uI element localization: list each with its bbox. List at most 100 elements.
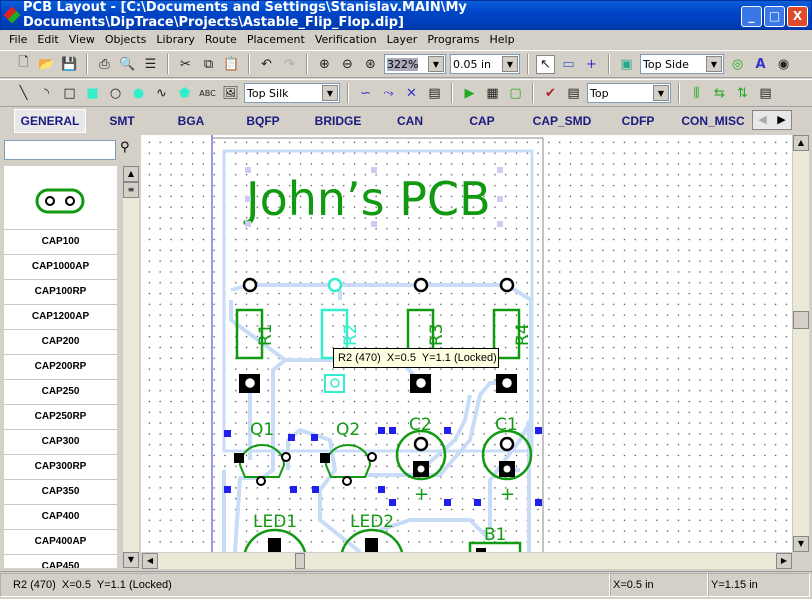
- tab-cap[interactable]: CAP: [446, 110, 518, 132]
- report-icon[interactable]: ☰: [141, 55, 160, 74]
- font-icon[interactable]: A: [751, 55, 770, 74]
- properties-icon[interactable]: ▤: [756, 84, 775, 103]
- swap-icon[interactable]: ⇆: [710, 84, 729, 103]
- drc-setup-icon[interactable]: ▤: [564, 84, 583, 103]
- unroute-icon[interactable]: ✕: [402, 84, 421, 103]
- paste-icon[interactable]: 📋: [222, 55, 241, 74]
- tab-con-misc[interactable]: CON_MISC: [670, 110, 756, 132]
- scroll-right-icon[interactable]: ▶: [776, 553, 792, 569]
- maximize-button[interactable]: □: [764, 6, 785, 27]
- redo-icon[interactable]: ↷: [280, 55, 299, 74]
- origin-icon[interactable]: +: [582, 55, 601, 74]
- save-icon[interactable]: 💾: [60, 55, 79, 74]
- arrange-icon[interactable]: ⇅: [733, 84, 752, 103]
- open-folder-icon[interactable]: 📂: [37, 55, 56, 74]
- tab-bqfp[interactable]: BQFP: [224, 110, 302, 132]
- library-item[interactable]: CAP250RP: [4, 405, 117, 430]
- copper-pour-icon[interactable]: ▢: [506, 84, 525, 103]
- library-item[interactable]: CAP1000AP: [4, 255, 117, 280]
- library-item[interactable]: CAP350: [4, 480, 117, 505]
- tab-bridge[interactable]: BRIDGE: [302, 110, 374, 132]
- align-icon[interactable]: ⫼: [687, 84, 706, 103]
- line-icon[interactable]: ╲: [14, 84, 33, 103]
- menu-placement[interactable]: Placement: [242, 33, 310, 46]
- library-item[interactable]: CAP1200AP: [4, 305, 117, 330]
- scroll-down-icon[interactable]: ▼: [123, 552, 139, 568]
- route-edit-icon[interactable]: ⤳: [379, 84, 398, 103]
- library-item[interactable]: CAP300: [4, 430, 117, 455]
- tab-scroll-left-icon[interactable]: ◀: [758, 111, 766, 129]
- tab-cap-smd[interactable]: CAP_SMD: [518, 110, 606, 132]
- polygon-icon[interactable]: ⬟: [175, 84, 194, 103]
- library-search-input[interactable]: [4, 140, 116, 160]
- undo-icon[interactable]: ↶: [257, 55, 276, 74]
- route-setup-icon[interactable]: ▦: [483, 84, 502, 103]
- library-item[interactable]: CAP400: [4, 505, 117, 530]
- zoom-select[interactable]: 322% ▼: [384, 54, 446, 74]
- menu-programs[interactable]: Programs: [422, 33, 484, 46]
- scroll-down-icon[interactable]: ▼: [793, 536, 809, 552]
- library-item[interactable]: CAP200RP: [4, 355, 117, 380]
- print-icon[interactable]: ⎙: [95, 55, 114, 74]
- scroll-up-icon[interactable]: ▲: [123, 166, 139, 182]
- menu-route[interactable]: Route: [200, 33, 242, 46]
- filled-rectangle-icon[interactable]: ■: [83, 84, 102, 103]
- minimize-button[interactable]: _: [741, 6, 762, 27]
- library-item[interactable]: CAP400AP: [4, 530, 117, 555]
- layer-select[interactable]: Top Silk ▼: [244, 83, 340, 103]
- library-item[interactable]: CAP100: [4, 230, 117, 255]
- tab-scroll-right-icon[interactable]: ▶: [777, 111, 785, 129]
- menu-edit[interactable]: Edit: [32, 33, 63, 46]
- image-icon[interactable]: 🖼: [221, 84, 240, 103]
- library-item[interactable]: CAP200: [4, 330, 117, 355]
- drc-icon[interactable]: ✔: [541, 84, 560, 103]
- menu-layer[interactable]: Layer: [382, 33, 423, 46]
- arc-icon[interactable]: ◝: [37, 84, 56, 103]
- print-preview-icon[interactable]: 🔍: [118, 55, 137, 74]
- circle-icon[interactable]: ○: [106, 84, 125, 103]
- pad-icon[interactable]: ◎: [728, 55, 747, 74]
- menu-help[interactable]: Help: [484, 33, 519, 46]
- rectangle-icon[interactable]: □: [60, 84, 79, 103]
- library-item[interactable]: CAP100RP: [4, 280, 117, 305]
- menu-objects[interactable]: Objects: [100, 33, 152, 46]
- library-scrollbar[interactable]: ▲ ≡ ▼: [122, 166, 139, 568]
- library-item[interactable]: CAP300RP: [4, 455, 117, 480]
- filled-circle-icon[interactable]: ●: [129, 84, 148, 103]
- pcb-canvas[interactable]: John’s PCB R1 R2 R3 R4 Q1 Q2 C2 + C1 + LED1 LED2 B1 R…: [141, 135, 792, 552]
- tab-bga[interactable]: BGA: [158, 110, 224, 132]
- component-icon[interactable]: ▣: [617, 55, 636, 74]
- scroll-thumb[interactable]: ≡: [123, 182, 139, 198]
- zoom-out-icon[interactable]: ⊖: [338, 55, 357, 74]
- library-item[interactable]: CAP450: [4, 555, 117, 568]
- close-button[interactable]: X: [787, 6, 808, 27]
- scroll-left-icon[interactable]: ◀: [142, 553, 158, 569]
- library-item[interactable]: CAP250: [4, 380, 117, 405]
- route-manual-icon[interactable]: ∽: [356, 84, 375, 103]
- measure-icon[interactable]: ▭: [559, 55, 578, 74]
- autoroute-icon[interactable]: ▶: [460, 84, 479, 103]
- copy-icon[interactable]: ⧉: [199, 55, 218, 74]
- side-select[interactable]: Top Side ▼: [640, 54, 724, 74]
- net-list-icon[interactable]: ▤: [425, 84, 444, 103]
- menu-verification[interactable]: Verification: [310, 33, 382, 46]
- scroll-thumb[interactable]: [793, 311, 809, 329]
- tab-can[interactable]: CAN: [374, 110, 446, 132]
- canvas-horizontal-scrollbar[interactable]: ◀ ▶: [141, 552, 792, 569]
- grid-select[interactable]: 0.05 in ▼: [450, 54, 520, 74]
- menu-view[interactable]: View: [64, 33, 100, 46]
- menu-library[interactable]: Library: [151, 33, 199, 46]
- canvas-vertical-scrollbar[interactable]: ▲ ▼: [792, 135, 809, 552]
- tab-general[interactable]: GENERAL: [14, 109, 86, 133]
- zoom-fit-icon[interactable]: ⊛: [361, 55, 380, 74]
- menu-file[interactable]: File: [4, 33, 32, 46]
- text-icon[interactable]: ABC: [198, 84, 217, 103]
- cut-icon[interactable]: ✂: [176, 55, 195, 74]
- pointer-icon[interactable]: ↖: [536, 54, 555, 74]
- polyline-icon[interactable]: ∿: [152, 84, 171, 103]
- via-icon[interactable]: ◉: [774, 55, 793, 74]
- route-layer-select[interactable]: Top ▼: [587, 83, 671, 103]
- new-file-icon[interactable]: 🗋: [14, 55, 33, 74]
- tab-cdfp[interactable]: CDFP: [606, 110, 670, 132]
- tab-smt[interactable]: SMT: [86, 110, 158, 132]
